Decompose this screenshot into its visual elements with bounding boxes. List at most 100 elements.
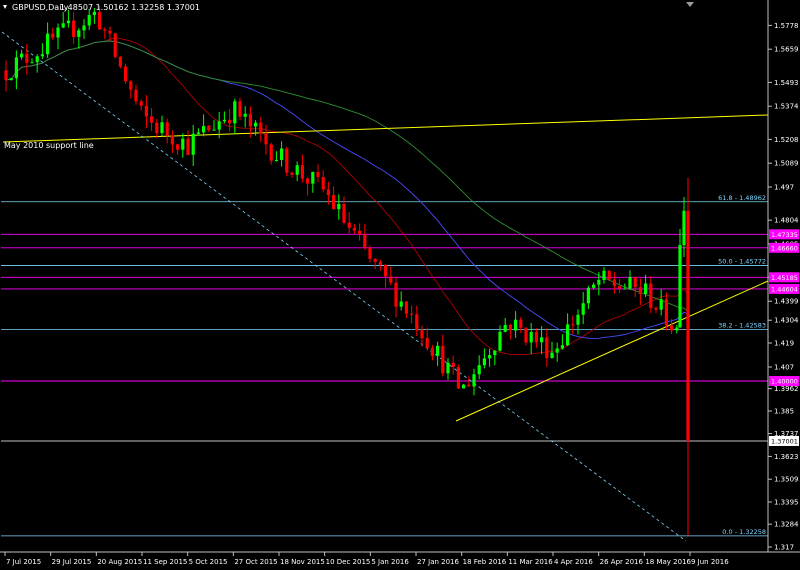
down-candle-body [342,204,346,223]
x-tick-label: 4 Apr 2016 [554,558,593,566]
down-candle-body [415,314,419,331]
down-candle-body [118,56,122,67]
fib-level-label: 38.2 - 1.42583 [718,321,766,329]
up-candle-body [82,25,86,31]
up-candle-body [493,350,497,356]
up-candle-body [222,119,226,122]
down-candle-body [347,222,351,228]
x-tick-label: 5 Jan 2016 [371,558,409,566]
y-tick-label: 1.4304 [774,317,799,325]
x-tick-label: 5 Oct 2015 [189,558,228,566]
down-candle-body [113,33,117,57]
down-candle-body [72,20,76,37]
up-candle-body [160,122,164,134]
fib-level-label: 50.0 - 1.45772 [718,258,766,266]
y-tick-label: 1.385 [774,408,794,416]
down-candle-body [228,119,232,124]
y-tick-label: 1.407 [774,364,794,372]
down-candle-body [368,247,372,259]
down-candle-body [508,324,512,331]
level-price-label: 1.44604 [771,285,798,293]
up-candle-body [659,299,663,310]
down-candle-body [332,195,336,210]
price-chart[interactable]: 100.0 - 1.5918061.8 - 1.4896250.0 - 1.45… [0,0,800,570]
down-candle-body [686,210,690,441]
down-candle-body [124,66,128,82]
up-candle-body [462,384,466,389]
up-candle-body [40,54,44,57]
down-candle-body [285,148,289,173]
down-candle-body [25,53,29,63]
up-candle-body [9,78,13,81]
down-candle-body [534,332,538,343]
down-candle-body [170,135,174,145]
up-candle-body [337,204,341,210]
up-candle-body [678,245,682,328]
down-candle-body [306,178,310,184]
x-tick-label: 18 Feb 2016 [463,558,507,566]
up-candle-body [550,352,554,359]
down-candle-body [98,11,102,30]
up-candle-body [196,132,200,134]
down-candle-body [144,105,148,117]
up-candle-body [399,301,403,307]
down-candle-body [451,362,455,368]
down-candle-body [316,171,320,178]
up-candle-body [586,287,590,304]
up-candle-body [77,30,81,37]
up-candle-body [623,288,627,290]
x-tick-label: 7 Jul 2015 [6,558,41,566]
up-candle-body [35,56,39,63]
down-candle-body [259,122,263,134]
down-candle-body [456,367,460,389]
down-candle-body [389,276,393,283]
up-candle-body [576,314,580,325]
y-tick-label: 1.3284 [774,521,799,529]
up-candle-body [482,358,486,366]
down-candle-body [248,113,252,127]
down-candle-body [545,337,549,359]
x-tick-label: 9 Jun 2016 [691,558,729,566]
down-candle-body [638,287,642,294]
y-tick-label: 1.5778 [774,22,799,30]
up-candle-body [30,62,34,64]
up-candle-body [602,270,606,280]
down-candle-body [670,325,674,331]
down-candle-body [404,301,408,314]
level-price-label: 1.46660 [771,244,798,252]
down-candle-body [238,101,242,117]
x-tick-label: 27 Jan 2016 [417,558,460,566]
x-tick-label: 18 Nov 2015 [280,558,325,566]
down-candle-body [571,324,575,326]
up-candle-body [295,165,299,175]
down-candle-body [519,319,523,328]
up-candle-body [597,279,601,285]
up-candle-body [498,331,502,351]
down-candle-body [612,279,616,287]
up-candle-body [555,348,559,353]
x-tick-label: 20 Aug 2015 [97,558,142,566]
current-price-label: 1.37001 [771,437,798,445]
up-candle-body [514,319,518,331]
down-candle-body [649,283,653,308]
up-candle-body [61,23,65,28]
y-tick-label: 1.3395 [774,499,799,507]
up-candle-body [472,374,476,387]
down-candle-body [654,307,658,310]
up-candle-body [592,284,596,288]
y-tick-label: 1.3623 [774,453,799,461]
down-candle-body [363,234,367,248]
chart-title: GBPUSD,Daily 1.48507 1.50162 1.32258 1.3… [3,3,200,12]
down-candle-body [425,338,429,348]
down-candle-body [420,330,424,339]
down-candle-body [618,286,622,289]
y-tick-label: 1.3509 [774,476,799,484]
up-candle-body [311,171,315,184]
up-candle-body [644,283,648,294]
y-tick-label: 1.4399 [774,298,799,306]
down-candle-body [269,144,273,161]
up-candle-body [274,159,278,161]
up-candle-body [243,113,247,117]
up-candle-body [202,126,206,133]
down-candle-body [108,30,112,34]
